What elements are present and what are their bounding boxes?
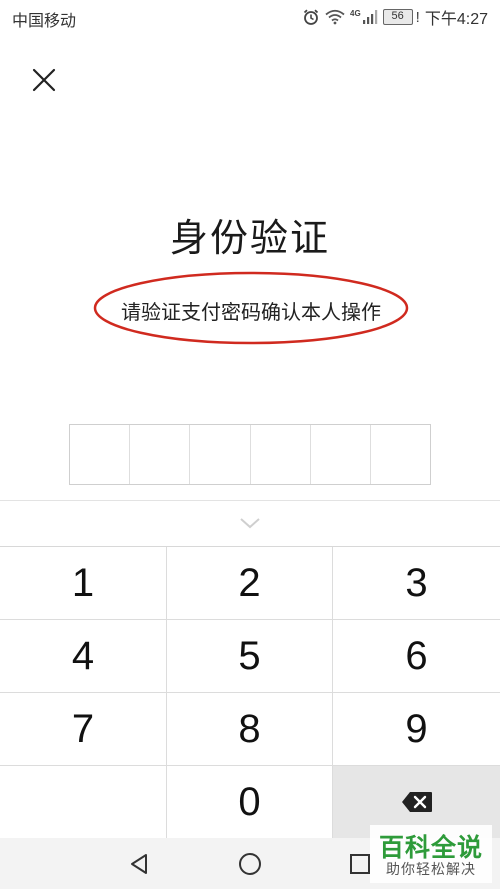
- alarm-icon: [302, 8, 320, 26]
- pin-digit-box: [190, 425, 251, 484]
- collapse-keyboard-button[interactable]: [236, 512, 264, 534]
- pin-digit-box: [251, 425, 311, 484]
- keyboard-divider: [0, 500, 500, 501]
- pin-input[interactable]: [69, 424, 431, 485]
- key-8[interactable]: 8: [167, 693, 333, 766]
- chevron-down-icon: [240, 518, 260, 529]
- battery-alert: !: [415, 8, 420, 26]
- pin-digit-box: [70, 425, 131, 484]
- watermark: 百科全说 助你轻松解决: [370, 825, 492, 883]
- subtitle: 请验证支付密码确认本人操作: [121, 302, 381, 324]
- network-type-label: 4G: [350, 8, 361, 18]
- clock: 下午4:27: [424, 11, 488, 28]
- key-6[interactable]: 6: [333, 620, 500, 693]
- wifi-icon: [325, 9, 345, 25]
- status-bar: 中国移动 4G 56 ! 下午4:27: [0, 0, 500, 34]
- key-7[interactable]: 7: [0, 693, 167, 766]
- carrier-name: 中国移动: [12, 13, 77, 30]
- status-icons: 4G 56 ! 下午4:27: [302, 6, 488, 28]
- key-5[interactable]: 5: [167, 620, 333, 693]
- key-blank: [0, 766, 167, 839]
- battery-icon: 56: [382, 9, 413, 25]
- key-0[interactable]: 0: [167, 766, 333, 839]
- close-icon: [32, 68, 56, 92]
- nav-back-button[interactable]: [126, 850, 154, 878]
- key-9[interactable]: 9: [333, 693, 500, 766]
- key-1[interactable]: 1: [0, 547, 167, 620]
- pin-digit-box: [371, 425, 430, 484]
- page-title: 身份验证: [169, 218, 330, 260]
- triangle-back-icon: [131, 854, 147, 874]
- backspace-icon: [401, 792, 432, 812]
- subtitle-annotation: 请验证支付密码确认本人操作: [92, 270, 410, 346]
- close-button[interactable]: [26, 62, 62, 98]
- key-4[interactable]: 4: [0, 620, 167, 693]
- watermark-subtitle: 助你轻松解决: [386, 861, 476, 877]
- nav-home-button[interactable]: [236, 850, 264, 878]
- pin-digit-box: [130, 425, 191, 484]
- key-2[interactable]: 2: [167, 547, 333, 620]
- signal-icon: [362, 9, 378, 25]
- key-3[interactable]: 3: [333, 547, 500, 620]
- numeric-keypad: 1 2 3 4 5 6 7 8 9 0: [0, 546, 500, 839]
- pin-digit-box: [311, 425, 371, 484]
- circle-home-icon: [239, 853, 261, 875]
